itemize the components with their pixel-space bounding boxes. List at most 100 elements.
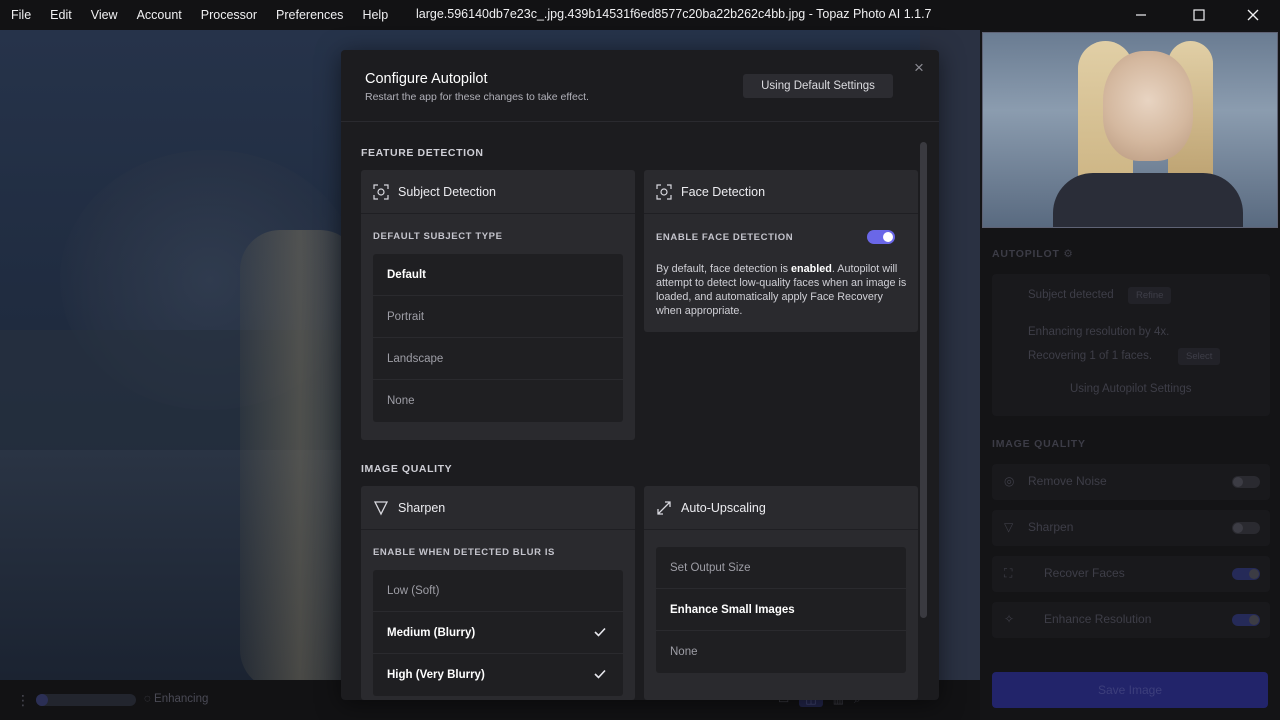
- recover-faces-label: Recover Faces: [1044, 566, 1125, 580]
- window-title: large.596140db7e23c_.jpg.439b14531f6ed85…: [416, 7, 932, 21]
- close-window-button[interactable]: [1226, 0, 1280, 30]
- processing-status: ◌ Enhancing: [144, 693, 209, 705]
- toggle-knob: [883, 232, 893, 242]
- face-detection-toggle[interactable]: [867, 230, 895, 244]
- enable-face-detection-label: ENABLE FACE DETECTION: [656, 232, 794, 243]
- refine-button[interactable]: Refine: [1128, 287, 1172, 304]
- menu-preferences[interactable]: Preferences: [276, 8, 343, 22]
- blur-option-medium[interactable]: Medium (Blurry): [373, 612, 623, 654]
- dialog-header: Configure Autopilot Restart the app for …: [341, 50, 939, 122]
- maximize-button[interactable]: [1172, 0, 1226, 30]
- dialog-close-icon[interactable]: ×: [914, 58, 924, 78]
- default-subject-type-label: DEFAULT SUBJECT TYPE: [373, 231, 503, 242]
- menu-bar: File Edit View Account Processor Prefere…: [0, 0, 407, 30]
- right-panel-controls: AUTOPILOT ⚙ Subject detected Refine Enha…: [980, 230, 1280, 720]
- sharpen-row[interactable]: ▽ Sharpen: [992, 510, 1270, 546]
- enable-when-blur-label: ENABLE WHEN DETECTED BLUR IS: [373, 547, 555, 558]
- autopilot-card: Subject detected Refine Enhancing resolu…: [992, 274, 1270, 416]
- sharpen-header: Sharpen: [361, 486, 635, 530]
- subject-option-default[interactable]: Default: [373, 254, 623, 296]
- face-detection-card: Face Detection ENABLE FACE DETECTION By …: [644, 170, 918, 332]
- navigator-thumbnail[interactable]: [982, 32, 1278, 228]
- save-image-button[interactable]: Save Image: [992, 672, 1268, 708]
- thumb-face: [1103, 51, 1193, 161]
- dialog-title: Configure Autopilot: [365, 71, 488, 87]
- menu-help[interactable]: Help: [362, 8, 388, 22]
- sharpen-card: Sharpen ENABLE WHEN DETECTED BLUR IS Low…: [361, 486, 635, 700]
- subject-detected-text: Subject detected: [1028, 289, 1114, 301]
- close-icon: [1247, 9, 1259, 21]
- processing-progress-bar: [36, 694, 136, 706]
- subject-option-portrait[interactable]: Portrait: [373, 296, 623, 338]
- subject-type-options: Default Portrait Landscape None: [373, 254, 623, 422]
- enhancing-text: Enhancing resolution by 4x.: [1028, 326, 1170, 338]
- sharpen-triangle-icon: [372, 499, 390, 517]
- face-detection-header: Face Detection: [644, 170, 918, 214]
- using-default-settings-button[interactable]: Using Default Settings: [743, 74, 893, 98]
- feature-detection-title: FEATURE DETECTION: [361, 147, 484, 159]
- expand-arrows-icon: [655, 499, 673, 517]
- sharpen-title: Sharpen: [398, 500, 446, 515]
- autopilot-title: AUTOPILOT ⚙: [992, 248, 1074, 260]
- subject-detection-icon: [372, 183, 390, 201]
- auto-upscaling-title: Auto-Upscaling: [681, 500, 766, 515]
- maximize-icon: [1193, 9, 1205, 21]
- sharpen-toggle[interactable]: [1232, 522, 1260, 534]
- recovering-text: Recovering 1 of 1 faces.: [1028, 350, 1153, 362]
- face-detection-description: By default, face detection is enabled. A…: [656, 262, 910, 318]
- enhance-resolution-toggle[interactable]: [1232, 614, 1260, 626]
- upscale-option-set-output-size[interactable]: Set Output Size: [656, 547, 906, 589]
- face-desc-pre: By default, face detection is: [656, 263, 792, 275]
- remove-noise-label: Remove Noise: [1028, 474, 1107, 488]
- subject-option-none[interactable]: None: [373, 380, 623, 422]
- remove-noise-row[interactable]: ◎ Remove Noise: [992, 464, 1270, 500]
- minimize-button[interactable]: [1114, 0, 1168, 30]
- image-quality-section-title: IMAGE QUALITY: [361, 463, 453, 475]
- image-quality-title: IMAGE QUALITY: [992, 438, 1086, 450]
- using-autopilot-text: Using Autopilot Settings: [1070, 383, 1192, 395]
- upscale-option-none[interactable]: None: [656, 631, 906, 673]
- enhance-resolution-row[interactable]: ✧ Enhance Resolution: [992, 602, 1270, 638]
- dialog-subtitle: Restart the app for these changes to tak…: [365, 91, 589, 103]
- subject-detection-card: Subject Detection DEFAULT SUBJECT TYPE D…: [361, 170, 635, 440]
- check-icon: [594, 669, 606, 679]
- blur-option-low[interactable]: Low (Soft): [373, 570, 623, 612]
- recover-faces-toggle[interactable]: [1232, 568, 1260, 580]
- subject-option-landscape[interactable]: Landscape: [373, 338, 623, 380]
- recover-faces-icon: ⛶: [1004, 566, 1013, 580]
- menu-edit[interactable]: Edit: [50, 8, 72, 22]
- more-options-icon[interactable]: ⋮: [16, 692, 30, 709]
- enhance-resolution-icon: ✧: [1004, 612, 1015, 626]
- recover-faces-row[interactable]: ⛶ Recover Faces: [992, 556, 1270, 592]
- check-icon: [594, 627, 606, 637]
- menu-file[interactable]: File: [11, 8, 31, 22]
- menu-processor[interactable]: Processor: [201, 8, 257, 22]
- menu-view[interactable]: View: [91, 8, 118, 22]
- face-desc-bold: enabled: [791, 263, 832, 275]
- progress-fill: [36, 694, 48, 706]
- menu-account[interactable]: Account: [137, 8, 182, 22]
- upscaling-options: Set Output Size Enhance Small Images Non…: [656, 547, 906, 673]
- title-bar: File Edit View Account Processor Prefere…: [0, 0, 1280, 30]
- configure-autopilot-dialog: Configure Autopilot Restart the app for …: [341, 50, 939, 700]
- spinner-icon: ◌: [144, 693, 155, 705]
- right-panel: AUTOPILOT ⚙ Subject detected Refine Enha…: [980, 30, 1280, 720]
- face-detection-title: Face Detection: [681, 184, 766, 199]
- subject-detection-title: Subject Detection: [398, 184, 496, 199]
- sharpen-label: Sharpen: [1028, 520, 1074, 534]
- dialog-scrollbar[interactable]: [920, 142, 927, 618]
- subject-detection-header: Subject Detection: [361, 170, 635, 214]
- remove-noise-toggle[interactable]: [1232, 476, 1260, 488]
- auto-upscaling-card: Auto-Upscaling Set Output Size Enhance S…: [644, 486, 918, 700]
- autopilot-gear-icon[interactable]: ⚙: [1063, 248, 1073, 260]
- auto-upscaling-header: Auto-Upscaling: [644, 486, 918, 530]
- upscale-option-enhance-small[interactable]: Enhance Small Images: [656, 589, 906, 631]
- blur-level-options: Low (Soft) Medium (Blurry) High (Very Bl…: [373, 570, 623, 696]
- sharpen-icon: ▽: [1004, 520, 1014, 534]
- minimize-icon: [1136, 14, 1146, 16]
- remove-noise-icon: ◎: [1004, 474, 1015, 488]
- face-detection-icon: [655, 183, 673, 201]
- enhance-resolution-label: Enhance Resolution: [1044, 612, 1152, 626]
- select-button[interactable]: Select: [1178, 348, 1221, 365]
- blur-option-high[interactable]: High (Very Blurry): [373, 654, 623, 696]
